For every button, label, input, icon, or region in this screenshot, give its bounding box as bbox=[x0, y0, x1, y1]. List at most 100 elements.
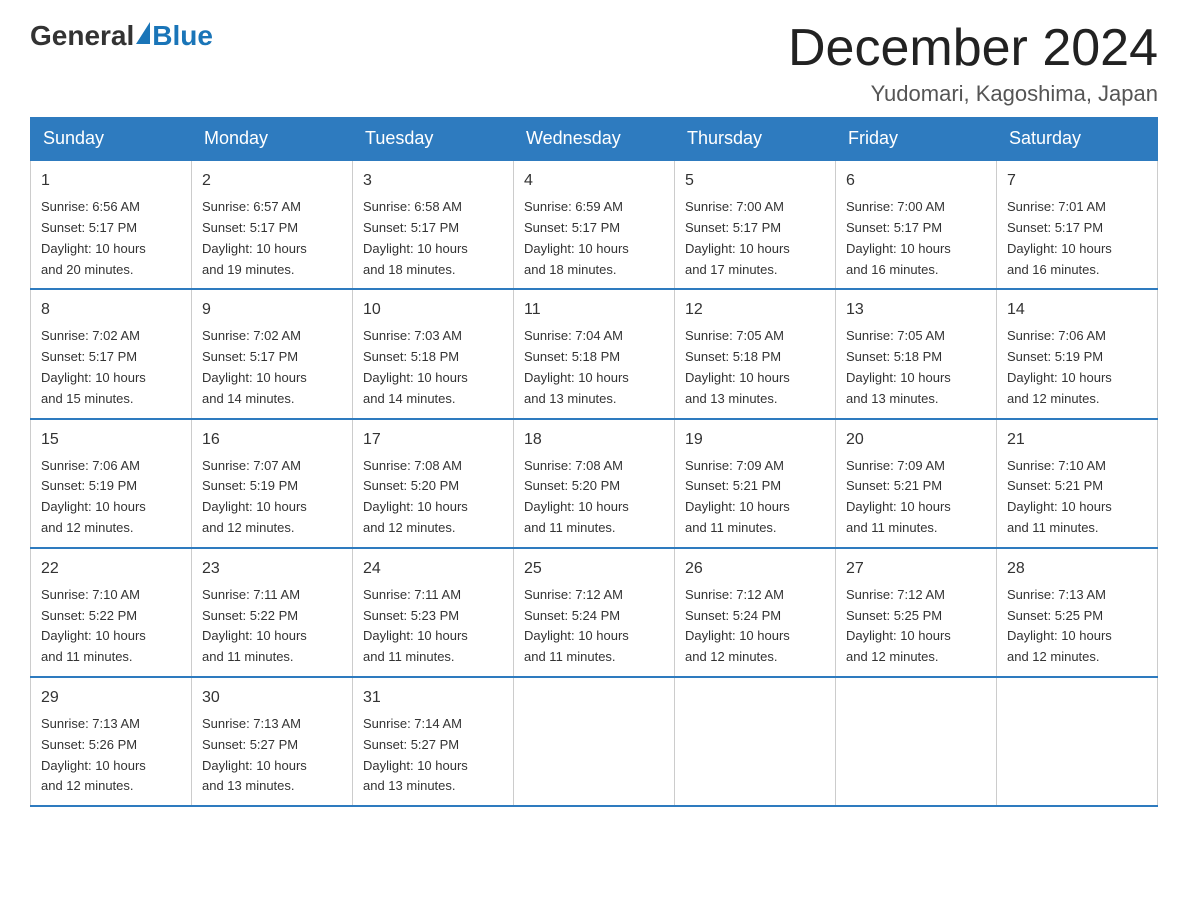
table-row: 15 Sunrise: 7:06 AMSunset: 5:19 PMDaylig… bbox=[31, 419, 192, 548]
day-number: 13 bbox=[846, 298, 986, 322]
day-info: Sunrise: 7:05 AMSunset: 5:18 PMDaylight:… bbox=[685, 328, 790, 405]
day-info: Sunrise: 7:10 AMSunset: 5:21 PMDaylight:… bbox=[1007, 458, 1112, 535]
day-number: 25 bbox=[524, 557, 664, 581]
table-row: 12 Sunrise: 7:05 AMSunset: 5:18 PMDaylig… bbox=[675, 289, 836, 418]
table-row: 13 Sunrise: 7:05 AMSunset: 5:18 PMDaylig… bbox=[836, 289, 997, 418]
table-row: 5 Sunrise: 7:00 AMSunset: 5:17 PMDayligh… bbox=[675, 160, 836, 289]
table-row: 10 Sunrise: 7:03 AMSunset: 5:18 PMDaylig… bbox=[353, 289, 514, 418]
table-row: 14 Sunrise: 7:06 AMSunset: 5:19 PMDaylig… bbox=[997, 289, 1158, 418]
day-info: Sunrise: 7:11 AMSunset: 5:22 PMDaylight:… bbox=[202, 587, 307, 664]
day-info: Sunrise: 7:13 AMSunset: 5:27 PMDaylight:… bbox=[202, 716, 307, 793]
table-row bbox=[514, 677, 675, 806]
calendar-week-row: 1 Sunrise: 6:56 AMSunset: 5:17 PMDayligh… bbox=[31, 160, 1158, 289]
day-number: 27 bbox=[846, 557, 986, 581]
table-row: 16 Sunrise: 7:07 AMSunset: 5:19 PMDaylig… bbox=[192, 419, 353, 548]
location-subtitle: Yudomari, Kagoshima, Japan bbox=[788, 81, 1158, 107]
day-number: 20 bbox=[846, 428, 986, 452]
day-number: 10 bbox=[363, 298, 503, 322]
page-header: General Blue December 2024 Yudomari, Kag… bbox=[30, 20, 1158, 107]
header-sunday: Sunday bbox=[31, 118, 192, 161]
day-info: Sunrise: 6:57 AMSunset: 5:17 PMDaylight:… bbox=[202, 199, 307, 276]
day-number: 3 bbox=[363, 169, 503, 193]
logo-triangle-icon bbox=[136, 22, 150, 44]
day-number: 23 bbox=[202, 557, 342, 581]
day-number: 15 bbox=[41, 428, 181, 452]
day-number: 14 bbox=[1007, 298, 1147, 322]
day-info: Sunrise: 7:05 AMSunset: 5:18 PMDaylight:… bbox=[846, 328, 951, 405]
day-number: 8 bbox=[41, 298, 181, 322]
table-row: 21 Sunrise: 7:10 AMSunset: 5:21 PMDaylig… bbox=[997, 419, 1158, 548]
day-info: Sunrise: 7:03 AMSunset: 5:18 PMDaylight:… bbox=[363, 328, 468, 405]
header-wednesday: Wednesday bbox=[514, 118, 675, 161]
day-number: 22 bbox=[41, 557, 181, 581]
day-info: Sunrise: 7:12 AMSunset: 5:25 PMDaylight:… bbox=[846, 587, 951, 664]
day-number: 26 bbox=[685, 557, 825, 581]
table-row bbox=[997, 677, 1158, 806]
day-info: Sunrise: 7:00 AMSunset: 5:17 PMDaylight:… bbox=[846, 199, 951, 276]
table-row: 11 Sunrise: 7:04 AMSunset: 5:18 PMDaylig… bbox=[514, 289, 675, 418]
table-row: 31 Sunrise: 7:14 AMSunset: 5:27 PMDaylig… bbox=[353, 677, 514, 806]
day-info: Sunrise: 7:13 AMSunset: 5:26 PMDaylight:… bbox=[41, 716, 146, 793]
day-info: Sunrise: 7:02 AMSunset: 5:17 PMDaylight:… bbox=[41, 328, 146, 405]
table-row bbox=[675, 677, 836, 806]
day-number: 19 bbox=[685, 428, 825, 452]
header-saturday: Saturday bbox=[997, 118, 1158, 161]
day-number: 4 bbox=[524, 169, 664, 193]
day-number: 5 bbox=[685, 169, 825, 193]
day-info: Sunrise: 6:56 AMSunset: 5:17 PMDaylight:… bbox=[41, 199, 146, 276]
table-row: 17 Sunrise: 7:08 AMSunset: 5:20 PMDaylig… bbox=[353, 419, 514, 548]
table-row: 30 Sunrise: 7:13 AMSunset: 5:27 PMDaylig… bbox=[192, 677, 353, 806]
table-row: 22 Sunrise: 7:10 AMSunset: 5:22 PMDaylig… bbox=[31, 548, 192, 677]
table-row: 25 Sunrise: 7:12 AMSunset: 5:24 PMDaylig… bbox=[514, 548, 675, 677]
header-friday: Friday bbox=[836, 118, 997, 161]
table-row: 24 Sunrise: 7:11 AMSunset: 5:23 PMDaylig… bbox=[353, 548, 514, 677]
day-info: Sunrise: 6:59 AMSunset: 5:17 PMDaylight:… bbox=[524, 199, 629, 276]
day-number: 17 bbox=[363, 428, 503, 452]
table-row: 27 Sunrise: 7:12 AMSunset: 5:25 PMDaylig… bbox=[836, 548, 997, 677]
day-number: 18 bbox=[524, 428, 664, 452]
day-info: Sunrise: 7:06 AMSunset: 5:19 PMDaylight:… bbox=[41, 458, 146, 535]
table-row: 18 Sunrise: 7:08 AMSunset: 5:20 PMDaylig… bbox=[514, 419, 675, 548]
day-number: 11 bbox=[524, 298, 664, 322]
day-info: Sunrise: 7:04 AMSunset: 5:18 PMDaylight:… bbox=[524, 328, 629, 405]
day-number: 29 bbox=[41, 686, 181, 710]
day-number: 9 bbox=[202, 298, 342, 322]
table-row: 29 Sunrise: 7:13 AMSunset: 5:26 PMDaylig… bbox=[31, 677, 192, 806]
days-header-row: Sunday Monday Tuesday Wednesday Thursday… bbox=[31, 118, 1158, 161]
table-row: 8 Sunrise: 7:02 AMSunset: 5:17 PMDayligh… bbox=[31, 289, 192, 418]
day-number: 1 bbox=[41, 169, 181, 193]
table-row: 7 Sunrise: 7:01 AMSunset: 5:17 PMDayligh… bbox=[997, 160, 1158, 289]
table-row: 6 Sunrise: 7:00 AMSunset: 5:17 PMDayligh… bbox=[836, 160, 997, 289]
table-row: 4 Sunrise: 6:59 AMSunset: 5:17 PMDayligh… bbox=[514, 160, 675, 289]
day-info: Sunrise: 7:09 AMSunset: 5:21 PMDaylight:… bbox=[846, 458, 951, 535]
day-number: 31 bbox=[363, 686, 503, 710]
day-number: 28 bbox=[1007, 557, 1147, 581]
day-number: 12 bbox=[685, 298, 825, 322]
day-info: Sunrise: 7:08 AMSunset: 5:20 PMDaylight:… bbox=[524, 458, 629, 535]
day-info: Sunrise: 7:11 AMSunset: 5:23 PMDaylight:… bbox=[363, 587, 468, 664]
calendar-week-row: 8 Sunrise: 7:02 AMSunset: 5:17 PMDayligh… bbox=[31, 289, 1158, 418]
logo-blue-text: Blue bbox=[152, 20, 213, 52]
header-thursday: Thursday bbox=[675, 118, 836, 161]
day-number: 16 bbox=[202, 428, 342, 452]
day-number: 6 bbox=[846, 169, 986, 193]
day-number: 2 bbox=[202, 169, 342, 193]
day-info: Sunrise: 7:02 AMSunset: 5:17 PMDaylight:… bbox=[202, 328, 307, 405]
table-row: 20 Sunrise: 7:09 AMSunset: 5:21 PMDaylig… bbox=[836, 419, 997, 548]
table-row: 2 Sunrise: 6:57 AMSunset: 5:17 PMDayligh… bbox=[192, 160, 353, 289]
day-info: Sunrise: 7:01 AMSunset: 5:17 PMDaylight:… bbox=[1007, 199, 1112, 276]
table-row: 19 Sunrise: 7:09 AMSunset: 5:21 PMDaylig… bbox=[675, 419, 836, 548]
day-number: 30 bbox=[202, 686, 342, 710]
table-row: 26 Sunrise: 7:12 AMSunset: 5:24 PMDaylig… bbox=[675, 548, 836, 677]
day-info: Sunrise: 7:12 AMSunset: 5:24 PMDaylight:… bbox=[685, 587, 790, 664]
day-number: 7 bbox=[1007, 169, 1147, 193]
day-info: Sunrise: 7:12 AMSunset: 5:24 PMDaylight:… bbox=[524, 587, 629, 664]
logo-general-text: General bbox=[30, 20, 134, 52]
day-info: Sunrise: 7:10 AMSunset: 5:22 PMDaylight:… bbox=[41, 587, 146, 664]
table-row: 9 Sunrise: 7:02 AMSunset: 5:17 PMDayligh… bbox=[192, 289, 353, 418]
calendar-table: Sunday Monday Tuesday Wednesday Thursday… bbox=[30, 117, 1158, 807]
day-info: Sunrise: 7:14 AMSunset: 5:27 PMDaylight:… bbox=[363, 716, 468, 793]
title-section: December 2024 Yudomari, Kagoshima, Japan bbox=[788, 20, 1158, 107]
month-title: December 2024 bbox=[788, 20, 1158, 77]
day-info: Sunrise: 7:08 AMSunset: 5:20 PMDaylight:… bbox=[363, 458, 468, 535]
